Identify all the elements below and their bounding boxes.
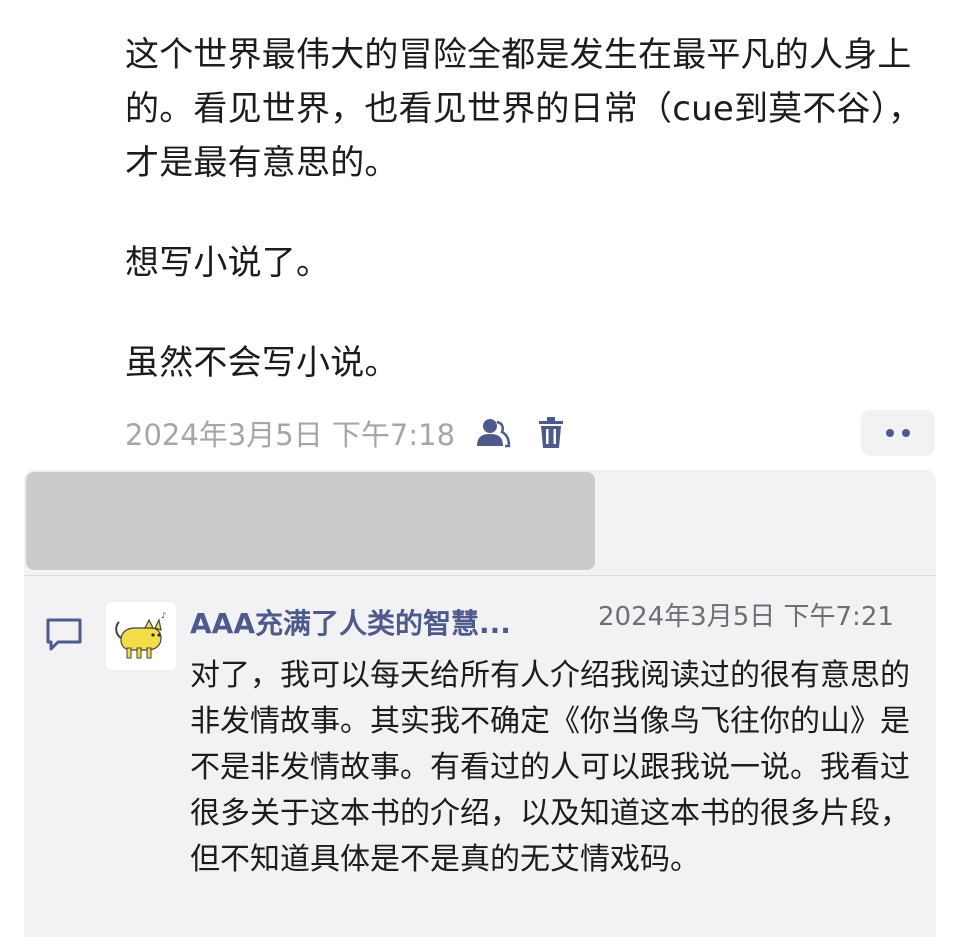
divider	[24, 575, 936, 576]
comment-body: 对了，我可以每天给所有人介绍我阅读过的很有意思的非发情故事。其实我不确定《你当像…	[190, 658, 910, 877]
post-timestamp: 2024年3月5日 下午7:18	[125, 418, 456, 452]
post-paragraph: 虽然不会写小说。	[125, 343, 399, 383]
trash-icon[interactable]	[531, 413, 571, 453]
person-icon[interactable]	[473, 413, 513, 453]
avatar[interactable]: ♪	[106, 602, 176, 670]
post-meta: 2024年3月5日 下午7:18	[125, 408, 571, 458]
comment-author[interactable]: AAA充满了人类的智慧...	[190, 604, 582, 644]
comment-bubble-icon	[44, 614, 84, 654]
comment-timestamp: 2024年3月5日 下午7:21	[598, 602, 894, 632]
post-content: 这个世界最伟大的冒险全都是发生在最平凡的人身上的。看见世界，也看见世界的日常（c…	[125, 28, 940, 390]
redacted-block	[26, 472, 595, 570]
more-dots-icon	[886, 429, 894, 437]
yellow-cat-avatar: ♪	[115, 611, 166, 659]
more-dots-icon-dot	[902, 429, 910, 437]
more-options-button[interactable]	[861, 410, 935, 456]
post-paragraph: 想写小说了。	[125, 243, 331, 283]
svg-text:♪: ♪	[161, 611, 166, 620]
post-paragraph: 这个世界最伟大的冒险全都是发生在最平凡的人身上的。看见世界，也看见世界的日常（c…	[125, 35, 923, 183]
